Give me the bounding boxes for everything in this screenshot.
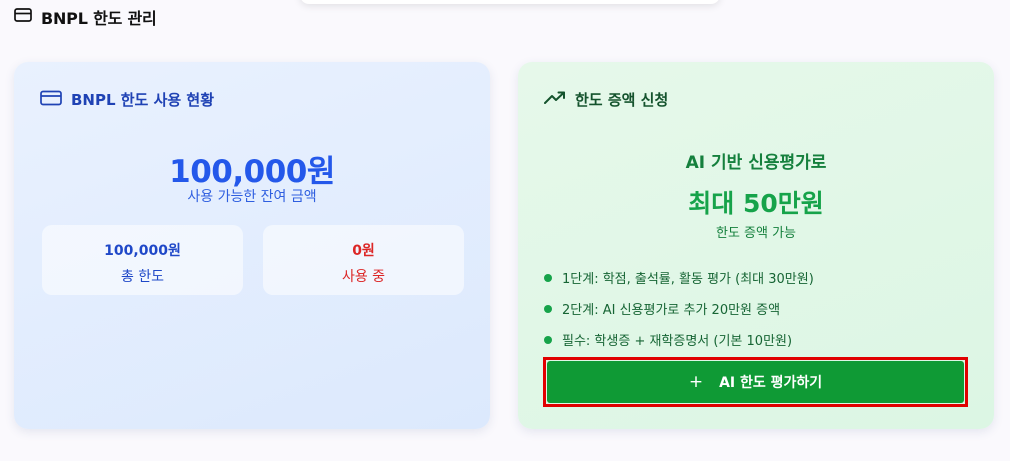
list-item-text: 필수: 학생증 + 재학증명서 (기본 10만원) — [562, 334, 793, 349]
used-amount-value: 0원 — [352, 243, 375, 259]
list-item-text: 1단계: 학점, 출석률, 활동 평가 (최대 30만원) — [562, 272, 814, 287]
increase-card-title: 한도 증액 신청 — [575, 91, 669, 109]
list-item-text: 2단계: AI 신용평가로 추가 20만원 증액 — [562, 303, 781, 318]
list-item: 필수: 학생증 + 재학증명서 (기본 10만원) — [544, 324, 814, 355]
remaining-balance-caption: 사용 가능한 잔여 금액 — [187, 189, 317, 205]
page-header: BNPL 한도 관리 — [14, 6, 157, 28]
list-item: 1단계: 학점, 출석률, 활동 평가 (최대 30만원) — [544, 262, 814, 293]
total-limit-box: 100,000원 총 한도 — [42, 225, 243, 295]
credit-card-icon — [14, 7, 32, 27]
promo-caption: 한도 증액 가능 — [715, 226, 797, 241]
list-item: 2단계: AI 신용평가로 추가 20만원 증액 — [544, 293, 814, 324]
remaining-balance: 100,000원 — [169, 154, 335, 190]
bullet-icon — [544, 335, 552, 344]
credit-card-icon — [40, 90, 62, 110]
page-title: BNPL 한도 관리 — [41, 9, 157, 28]
plus-icon: + — [688, 371, 704, 392]
usage-card-title: BNPL 한도 사용 현황 — [71, 91, 215, 109]
ai-limit-evaluate-label: AI 한도 평가하기 — [719, 375, 823, 391]
trending-up-icon — [544, 91, 566, 109]
promo-headline: AI 기반 신용평가로 — [685, 153, 827, 173]
increase-card-header: 한도 증액 신청 — [544, 89, 668, 110]
used-amount-label: 사용 중 — [341, 269, 386, 285]
promo-amount: 최대 50만원 — [688, 189, 824, 218]
total-limit-value: 100,000원 — [104, 243, 181, 259]
requirement-list: 1단계: 학점, 출석률, 활동 평가 (최대 30만원) 2단계: AI 신용… — [544, 262, 814, 355]
ai-limit-evaluate-button[interactable]: + AI 한도 평가하기 — [547, 361, 964, 403]
top-toolbar-edge — [300, 0, 720, 4]
bullet-icon — [544, 304, 552, 313]
bullet-icon — [544, 273, 552, 282]
increase-card: 한도 증액 신청 AI 기반 신용평가로 최대 50만원 한도 증액 가능 1단… — [518, 62, 994, 429]
used-amount-box: 0원 사용 중 — [263, 225, 464, 295]
total-limit-label: 총 한도 — [120, 269, 165, 285]
usage-card: BNPL 한도 사용 현황 100,000원 사용 가능한 잔여 금액 100,… — [14, 62, 490, 429]
usage-card-header: BNPL 한도 사용 현황 — [40, 89, 214, 110]
